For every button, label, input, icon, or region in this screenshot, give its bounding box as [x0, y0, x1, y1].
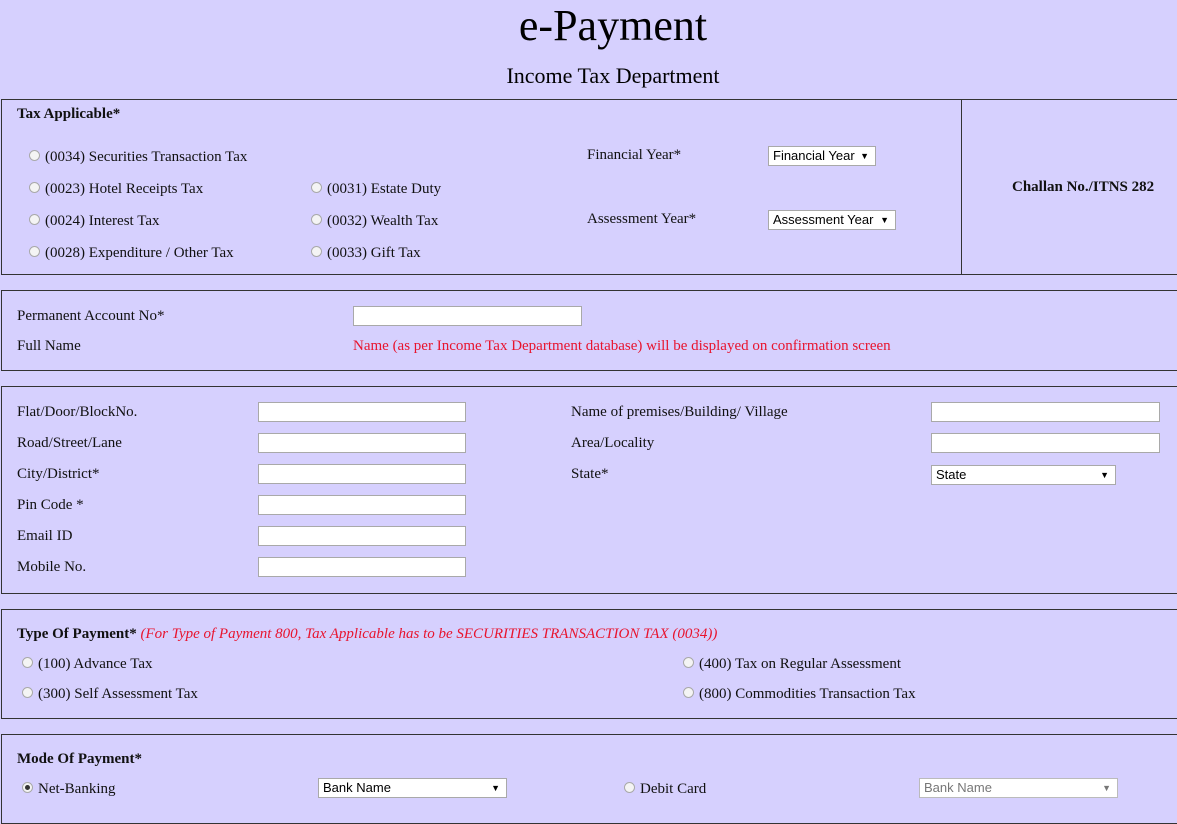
state-value: State	[936, 467, 967, 482]
road-input[interactable]	[258, 433, 466, 453]
chevron-down-icon: ▼	[860, 151, 869, 161]
pin-label: Pin Code *	[17, 497, 84, 513]
area-input[interactable]	[931, 433, 1160, 453]
assessment-year-value: Assessment Year	[773, 212, 874, 227]
debit-card-bank-select[interactable]: Bank Name ▼	[919, 778, 1118, 798]
tax-option-0033-label: (0033) Gift Tax	[327, 245, 421, 261]
pan-panel	[1, 290, 1177, 371]
financial-year-label: Financial Year*	[587, 147, 682, 163]
financial-year-value: Financial Year	[773, 148, 855, 163]
debit-card-bank-value: Bank Name	[924, 780, 992, 795]
page-subtitle: Income Tax Department	[506, 63, 720, 88]
payment-mode-heading: Mode Of Payment*	[17, 751, 142, 767]
radio-debit-card[interactable]	[624, 782, 635, 793]
radio-tax-0023[interactable]	[29, 182, 40, 193]
mobile-label: Mobile No.	[17, 559, 87, 575]
chevron-down-icon: ▼	[880, 215, 889, 225]
full-name-label: Full Name	[17, 338, 81, 354]
radio-tax-0031[interactable]	[311, 182, 322, 193]
state-select[interactable]: State ▼	[931, 465, 1116, 485]
net-banking-label: Net-Banking	[38, 781, 116, 797]
pan-input[interactable]	[353, 306, 582, 326]
financial-year-select[interactable]: Financial Year ▼	[768, 146, 876, 166]
tax-option-0031-label: (0031) Estate Duty	[327, 181, 442, 197]
full-name-note: Name (as per Income Tax Department datab…	[353, 338, 891, 354]
tax-option-0028-label: (0028) Expenditure / Other Tax	[45, 245, 234, 261]
payment-option-400-label: (400) Tax on Regular Assessment	[699, 656, 901, 672]
radio-payment-100[interactable]	[22, 657, 33, 668]
payment-option-800-label: (800) Commodities Transaction Tax	[699, 686, 916, 702]
city-label: City/District*	[17, 466, 100, 482]
pin-input[interactable]	[258, 495, 466, 515]
payment-option-100-label: (100) Advance Tax	[38, 656, 153, 672]
tax-option-0032-label: (0032) Wealth Tax	[327, 213, 439, 229]
city-input[interactable]	[258, 464, 466, 484]
flat-label: Flat/Door/BlockNo.	[17, 404, 138, 420]
flat-input[interactable]	[258, 402, 466, 422]
payment-type-heading-row: Type Of Payment* (For Type of Payment 80…	[17, 625, 717, 643]
radio-tax-0034[interactable]	[29, 150, 40, 161]
net-banking-bank-value: Bank Name	[323, 780, 391, 795]
state-label: State*	[571, 466, 609, 482]
radio-payment-300[interactable]	[22, 687, 33, 698]
radio-net-banking[interactable]	[22, 782, 33, 793]
tax-option-0034-label: (0034) Securities Transaction Tax	[45, 149, 248, 165]
radio-payment-400[interactable]	[683, 657, 694, 668]
debit-card-label: Debit Card	[640, 781, 707, 797]
email-input[interactable]	[258, 526, 466, 546]
payment-type-note: (For Type of Payment 800, Tax Applicable…	[140, 626, 718, 642]
challan-number: Challan No./ITNS 282	[1012, 179, 1155, 195]
road-label: Road/Street/Lane	[17, 435, 122, 451]
mobile-input[interactable]	[258, 557, 466, 577]
premises-label: Name of premises/Building/ Village	[571, 404, 788, 420]
page-title: e-Payment	[518, 1, 708, 50]
chevron-down-icon: ▼	[1102, 783, 1111, 793]
challan-divider	[961, 99, 962, 275]
tax-option-0023-label: (0023) Hotel Receipts Tax	[45, 181, 204, 197]
radio-tax-0032[interactable]	[311, 214, 322, 225]
assessment-year-label: Assessment Year*	[587, 211, 697, 227]
radio-tax-0024[interactable]	[29, 214, 40, 225]
radio-payment-800[interactable]	[683, 687, 694, 698]
radio-tax-0033[interactable]	[311, 246, 322, 257]
area-label: Area/Locality	[571, 435, 655, 451]
net-banking-bank-select[interactable]: Bank Name ▼	[318, 778, 507, 798]
tax-option-0024-label: (0024) Interest Tax	[45, 213, 160, 229]
email-label: Email ID	[17, 528, 73, 544]
premises-input[interactable]	[931, 402, 1160, 422]
payment-type-heading: Type Of Payment*	[17, 626, 137, 642]
chevron-down-icon: ▼	[1100, 470, 1109, 480]
radio-tax-0028[interactable]	[29, 246, 40, 257]
tax-applicable-heading: Tax Applicable*	[17, 106, 121, 122]
assessment-year-select[interactable]: Assessment Year ▼	[768, 210, 896, 230]
pan-label: Permanent Account No*	[17, 308, 165, 324]
payment-option-300-label: (300) Self Assessment Tax	[38, 686, 198, 702]
chevron-down-icon: ▼	[491, 783, 500, 793]
